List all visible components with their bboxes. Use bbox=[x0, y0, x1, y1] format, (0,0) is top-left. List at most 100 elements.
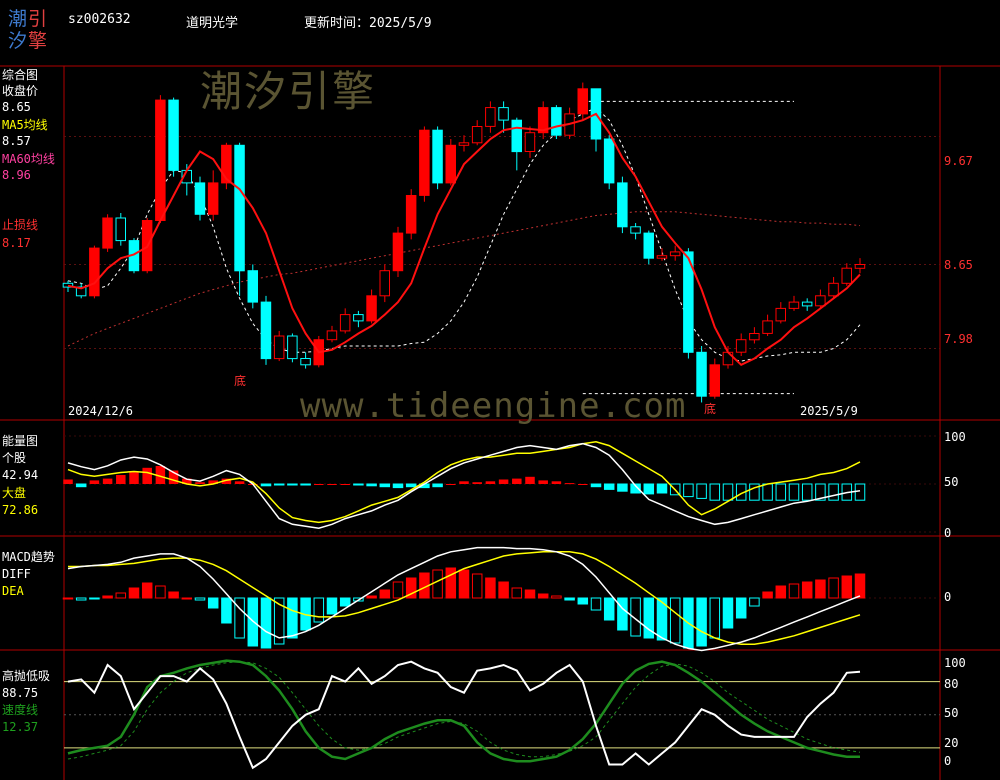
candle-body bbox=[379, 270, 390, 297]
candle-body bbox=[89, 247, 100, 297]
macd-bar bbox=[115, 592, 127, 599]
energy-bar bbox=[525, 476, 535, 484]
energy-bar bbox=[459, 481, 469, 484]
gd-title: 高抛低吸 bbox=[2, 669, 51, 683]
macd-bar bbox=[749, 597, 760, 607]
candle-body bbox=[709, 364, 720, 397]
energy-bar bbox=[828, 483, 839, 501]
energy-bar bbox=[63, 479, 73, 484]
energy-stock-value: 42.94 bbox=[2, 468, 39, 482]
candle-body bbox=[168, 99, 179, 171]
speed-value: 12.37 bbox=[2, 720, 39, 734]
macd-bar bbox=[392, 581, 404, 599]
macd-bar bbox=[102, 595, 113, 599]
ma5-value: 8.57 bbox=[2, 134, 31, 148]
start-date: 2024/12/6 bbox=[68, 404, 134, 418]
candle-body bbox=[524, 132, 536, 152]
macd-bar bbox=[537, 593, 549, 599]
macd-bar bbox=[841, 575, 853, 599]
candle-body bbox=[419, 129, 430, 196]
gd-tick: 100 bbox=[944, 656, 966, 670]
macd-bar bbox=[762, 591, 773, 599]
macd-bar bbox=[181, 597, 193, 600]
stock-code: sz002632 bbox=[68, 12, 131, 27]
logo-char: 引 bbox=[28, 8, 49, 30]
macd-bar bbox=[339, 597, 351, 607]
energy-bar bbox=[656, 483, 668, 494]
candle-body bbox=[735, 339, 747, 353]
energy-bar bbox=[89, 480, 100, 484]
speed-label: 速度线 bbox=[2, 703, 39, 717]
energy-bar bbox=[696, 483, 707, 499]
macd-bar bbox=[471, 573, 483, 599]
update-label: 更新时间： bbox=[304, 16, 370, 31]
candle-body bbox=[696, 351, 707, 397]
macd-bar bbox=[221, 597, 232, 624]
gd-tick: 50 bbox=[944, 706, 959, 720]
macd-bar bbox=[62, 597, 74, 600]
candle-body bbox=[749, 333, 760, 341]
energy-bar bbox=[617, 483, 628, 492]
watermark-url: www.tideengine.com bbox=[300, 386, 687, 426]
macd-bar bbox=[709, 597, 721, 639]
macd-bar bbox=[815, 579, 826, 599]
candle-body bbox=[445, 144, 456, 184]
candle-body bbox=[366, 295, 377, 322]
macd-bar bbox=[590, 597, 602, 611]
candle-body bbox=[854, 264, 866, 269]
energy-market-value: 72.86 bbox=[2, 503, 39, 517]
stop-label: 止损线 bbox=[2, 218, 39, 232]
candle-body bbox=[669, 251, 681, 257]
energy-tick: 0 bbox=[944, 526, 952, 540]
energy-bar bbox=[366, 483, 377, 487]
energy-bar bbox=[195, 482, 205, 484]
logo-char: 擎 bbox=[28, 30, 49, 52]
candle-body bbox=[194, 182, 206, 215]
candle-body bbox=[775, 307, 786, 322]
macd-bar bbox=[155, 585, 166, 599]
energy-bar bbox=[775, 483, 787, 501]
macd-bar bbox=[194, 597, 206, 601]
candle-body bbox=[260, 301, 272, 360]
macd-bar bbox=[287, 597, 298, 639]
price-tick: 8.65 bbox=[944, 258, 973, 272]
macd-bar bbox=[854, 573, 866, 599]
candle-body bbox=[247, 270, 258, 303]
macd-bar bbox=[617, 597, 628, 631]
candle-body bbox=[326, 330, 338, 341]
candle-body bbox=[287, 335, 298, 360]
candle-body bbox=[471, 126, 483, 144]
dea-label: DEA bbox=[2, 584, 24, 598]
macd-bar bbox=[128, 587, 140, 599]
gd-tick: 80 bbox=[944, 677, 959, 691]
energy-bar bbox=[498, 479, 509, 484]
macd-bar bbox=[788, 583, 800, 599]
macd-bar bbox=[458, 569, 470, 599]
logo-char: 汐 bbox=[8, 30, 29, 52]
macd-bar bbox=[432, 569, 443, 599]
energy-bar bbox=[485, 481, 496, 484]
stop-value: 8.17 bbox=[2, 236, 31, 250]
close-label: 收盘价 bbox=[2, 84, 39, 98]
candle-body bbox=[485, 107, 496, 127]
energy-bar bbox=[590, 483, 602, 488]
energy-title: 能量图 bbox=[2, 434, 39, 448]
macd-bar bbox=[366, 595, 377, 599]
candle-body bbox=[511, 119, 522, 153]
bottom-marker: 底 bbox=[704, 402, 717, 416]
energy-bar bbox=[353, 483, 364, 486]
energy-bar bbox=[762, 483, 773, 501]
energy-bar bbox=[432, 483, 443, 488]
candle-body bbox=[405, 195, 417, 234]
energy-bar bbox=[327, 484, 337, 485]
energy-bar bbox=[854, 483, 866, 501]
energy-bar bbox=[722, 483, 734, 501]
macd-bar bbox=[485, 577, 496, 599]
update-time: 更新时间：2025/5/9 bbox=[304, 12, 432, 31]
candle-body bbox=[551, 107, 562, 136]
update-date: 2025/5/9 bbox=[369, 16, 432, 31]
candle-body bbox=[458, 142, 470, 146]
energy-bar bbox=[129, 471, 139, 484]
candle-body bbox=[577, 88, 588, 115]
candle-body bbox=[603, 138, 615, 184]
